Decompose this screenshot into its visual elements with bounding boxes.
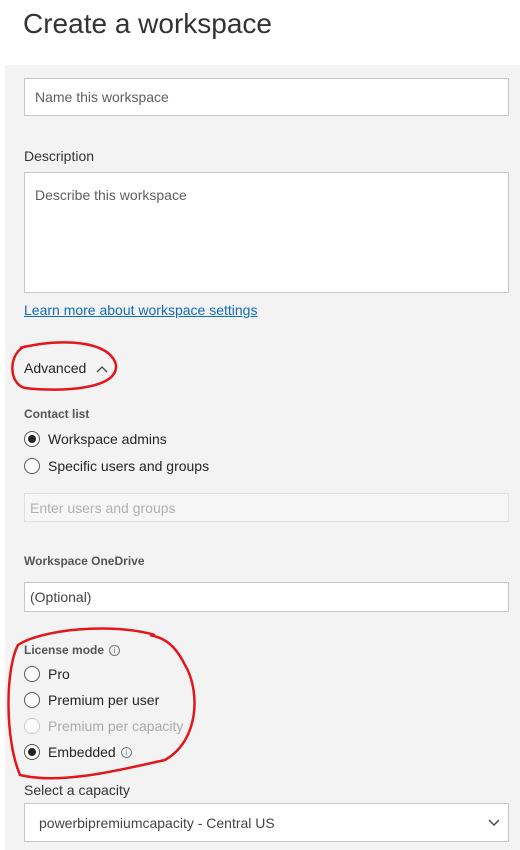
description-textarea[interactable]: Describe this workspace [24, 172, 509, 293]
advanced-toggle[interactable]: Advanced [24, 360, 108, 376]
capacity-select[interactable]: powerbipremiumcapacity - Central US [24, 803, 509, 842]
radio-embedded[interactable]: Embedded i [24, 743, 132, 761]
radio-label: Premium per user [48, 692, 160, 708]
radio-label: Pro [48, 666, 70, 682]
radio-premium-per-user[interactable]: Premium per user [24, 691, 159, 709]
radio-premium-per-capacity: Premium per capacity [24, 717, 183, 735]
license-mode-label: License mode i [24, 643, 121, 657]
radio-label: Premium per capacity [48, 718, 184, 734]
chevron-up-icon [96, 366, 108, 373]
users-placeholder: Enter users and groups [30, 499, 176, 516]
radio-label: Specific users and groups [48, 458, 210, 474]
info-icon[interactable]: i [109, 644, 121, 656]
license-mode-text: License mode [24, 643, 105, 657]
radio-specific-users[interactable]: Specific users and groups [24, 457, 209, 475]
onedrive-label: Workspace OneDrive [24, 554, 145, 568]
chevron-down-icon [488, 819, 500, 826]
advanced-label: Advanced [24, 360, 87, 376]
radio-circle [24, 692, 40, 708]
radio-circle [24, 744, 40, 760]
workspace-name-input[interactable]: Name this workspace [24, 78, 509, 116]
page-title: Create a workspace [23, 8, 273, 39]
description-label: Description [24, 148, 95, 164]
radio-label: Workspace admins [48, 431, 167, 447]
radio-label: Embedded [48, 744, 116, 760]
radio-circle [24, 431, 40, 447]
info-icon[interactable]: i [120, 746, 132, 758]
onedrive-input[interactable]: (Optional) [24, 582, 509, 612]
radio-workspace-admins[interactable]: Workspace admins [24, 430, 167, 448]
radio-circle [24, 718, 40, 734]
capacity-label: Select a capacity [24, 782, 130, 798]
capacity-value: powerbipremiumcapacity - Central US [39, 814, 275, 831]
radio-pro[interactable]: Pro [24, 665, 70, 683]
name-placeholder: Name this workspace [35, 89, 169, 105]
description-placeholder: Describe this workspace [35, 187, 187, 203]
radio-circle [24, 458, 40, 474]
users-groups-input[interactable]: Enter users and groups [24, 493, 509, 522]
contact-list-label: Contact list [24, 407, 90, 421]
onedrive-placeholder: (Optional) [30, 589, 92, 605]
learn-more-link[interactable]: Learn more about workspace settings [24, 302, 257, 318]
radio-circle [24, 666, 40, 682]
